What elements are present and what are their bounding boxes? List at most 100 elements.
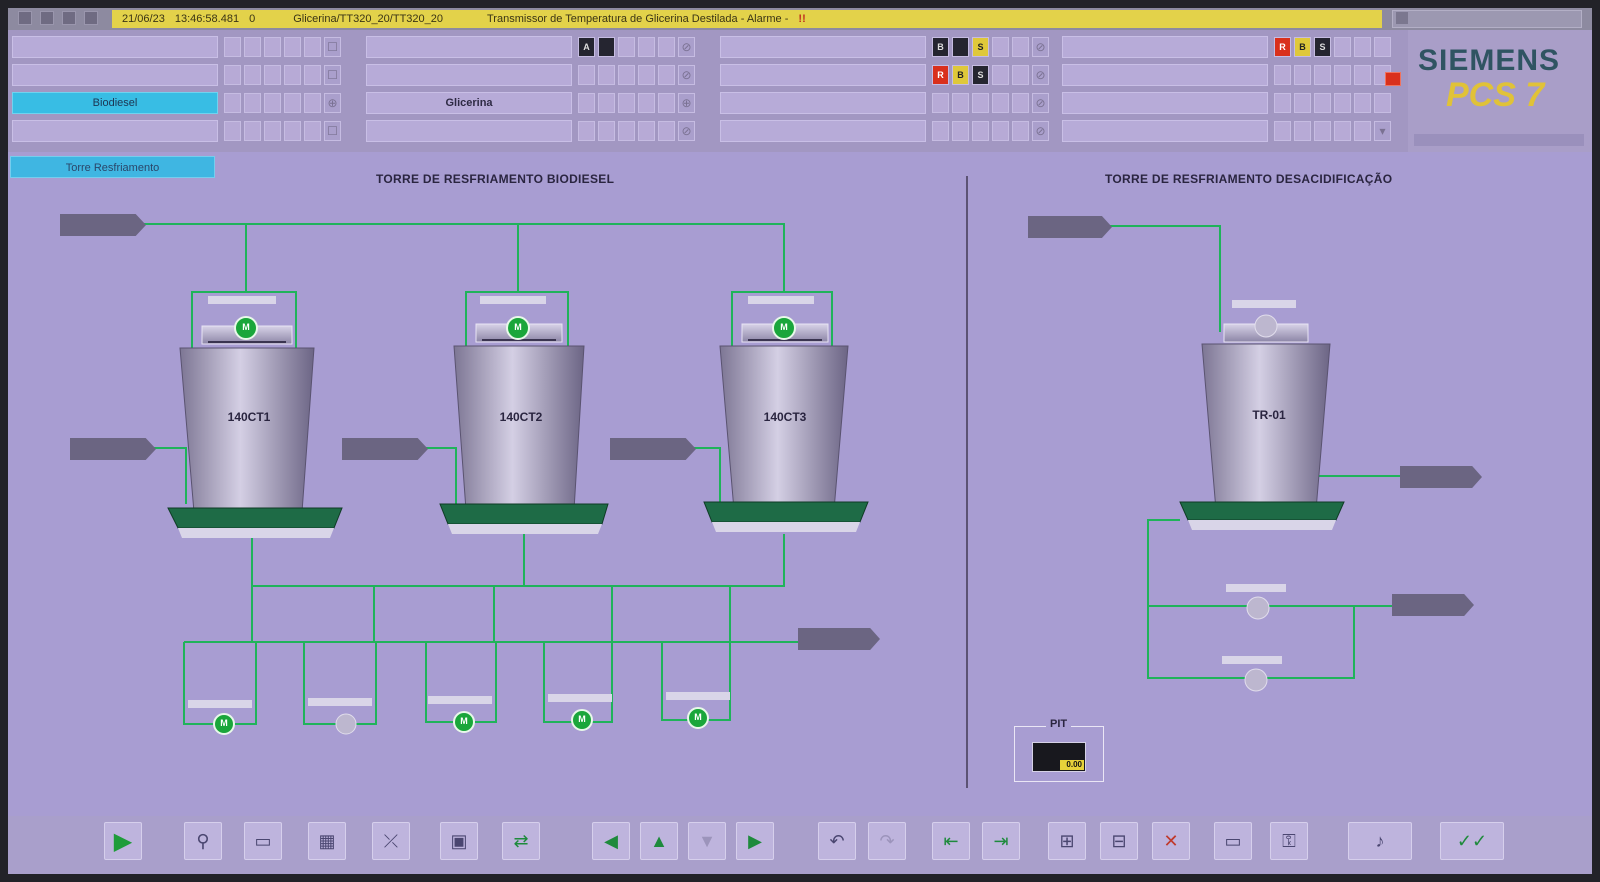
connector-tag-makeup-3[interactable]	[610, 438, 696, 460]
status-cell-b: B	[1294, 37, 1311, 57]
save-file-icon[interactable]: ⊟	[1100, 822, 1138, 860]
connector-tag-outlet-tr01[interactable]	[1392, 594, 1474, 616]
group-indicator-icon[interactable]: ☐	[324, 37, 341, 57]
group-indicator-icon[interactable]: ⊘	[1032, 65, 1049, 85]
picture-icon[interactable]: ▦	[308, 822, 346, 860]
group-indicator-icon[interactable]: ⊕	[324, 93, 341, 113]
alarm-flag-icon[interactable]	[1385, 72, 1401, 86]
arrow-right-icon[interactable]: ▶	[736, 822, 774, 860]
arrow-left-icon[interactable]: ◀	[592, 822, 630, 860]
area-button[interactable]	[12, 36, 218, 58]
area-button[interactable]	[1062, 64, 1268, 86]
group-indicator-icon[interactable]: ☐	[324, 121, 341, 141]
fan-motor-140ct3[interactable]: M	[776, 322, 792, 332]
status-cell	[972, 93, 989, 113]
group-indicator-icon[interactable]: ☐	[324, 65, 341, 85]
status-cell-r: R	[932, 65, 949, 85]
status-cell	[1354, 65, 1371, 85]
play-icon[interactable]: ▶	[104, 822, 142, 860]
area-button[interactable]	[720, 64, 926, 86]
connector-tag-return[interactable]	[1028, 216, 1112, 238]
key-icon[interactable]: ⚿	[1270, 822, 1308, 860]
status-cell	[658, 121, 675, 141]
group-indicator-icon[interactable]: ⊕	[678, 93, 695, 113]
pump-motor-5[interactable]: M	[690, 712, 706, 722]
trend-icon[interactable]: ⤫	[372, 822, 410, 860]
audio-icon[interactable]: ♪	[1348, 822, 1412, 860]
monitor-bezel: 21/06/23 13:46:58.481 0 Glicerina/TT320_…	[0, 0, 1600, 882]
area-button[interactable]	[720, 92, 926, 114]
connector-tag-to-plant[interactable]	[798, 628, 880, 650]
area-button[interactable]	[720, 120, 926, 142]
open-file-icon[interactable]: ⊞	[1048, 822, 1086, 860]
connector-tag-supply[interactable]	[60, 214, 146, 236]
area-row: RBS	[1062, 34, 1407, 61]
arrow-down-icon[interactable]: ▼	[688, 822, 726, 860]
next-picture-icon[interactable]: ⇥	[982, 822, 1020, 860]
alarm-ack-icon[interactable]: !!	[798, 13, 805, 25]
area-button[interactable]	[366, 120, 572, 142]
pump-motor-3[interactable]: M	[456, 716, 472, 726]
connector-tag-makeup-1[interactable]	[70, 438, 156, 460]
prev-picture-icon[interactable]: ⇤	[932, 822, 970, 860]
status-cell	[284, 37, 301, 57]
bell-icon[interactable]	[40, 11, 54, 25]
logo-box: SIEMENS PCS 7	[1408, 30, 1592, 152]
area-button[interactable]	[1062, 120, 1268, 142]
tower-label-140ct3[interactable]: 140CT3	[740, 410, 830, 424]
tower-label-tr01[interactable]: TR-01	[1224, 408, 1314, 422]
group-indicator-icon[interactable]: ⊘	[678, 65, 695, 85]
group-indicator-icon[interactable]: ⊘	[1032, 93, 1049, 113]
connector-tag-makeup-2[interactable]	[342, 438, 428, 460]
filter-icon[interactable]	[84, 11, 98, 25]
area-button[interactable]	[12, 120, 218, 142]
alarm-list-icon[interactable]	[18, 11, 32, 25]
arrow-up-icon[interactable]: ▲	[640, 822, 678, 860]
status-cell	[1012, 37, 1029, 57]
redo-icon[interactable]: ↷	[868, 822, 906, 860]
status-cell	[264, 65, 281, 85]
fan-motor-140ct2[interactable]: M	[510, 322, 526, 332]
status-cells: A ⊘	[578, 37, 695, 57]
delete-icon[interactable]: ✕	[1152, 822, 1190, 860]
pump-motor-4[interactable]: M	[574, 714, 590, 724]
area-button[interactable]	[366, 64, 572, 86]
group-indicator-icon[interactable]: ⊘	[678, 37, 695, 57]
area-button-glicerina[interactable]: Glicerina	[366, 92, 572, 114]
area-button[interactable]	[1062, 36, 1268, 58]
horn-icon[interactable]	[62, 11, 76, 25]
status-cells: ⊘	[578, 65, 695, 85]
monitor-icon[interactable]: ▭	[1214, 822, 1252, 860]
alarm-extra-icon[interactable]	[1396, 12, 1408, 24]
status-cell	[578, 65, 595, 85]
group-indicator-icon[interactable]: ⊘	[1032, 37, 1049, 57]
area-button[interactable]	[366, 36, 572, 58]
status-cell	[284, 121, 301, 141]
area-button[interactable]	[1062, 92, 1268, 114]
tower-label-140ct2[interactable]: 140CT2	[476, 410, 566, 424]
pump-motor-1[interactable]: M	[216, 718, 232, 728]
ack-icon[interactable]: ✓✓	[1440, 822, 1504, 860]
pin-icon[interactable]: ⚲	[184, 822, 222, 860]
status-cell	[1334, 37, 1351, 57]
faceplate-icon[interactable]: ▣	[440, 822, 478, 860]
swap-icon[interactable]: ⇄	[502, 822, 540, 860]
fan-motor-140ct1[interactable]: M	[238, 322, 254, 332]
status-cells: ⊕	[224, 93, 341, 113]
area-button[interactable]	[12, 64, 218, 86]
area-row-glicerina: Glicerina ⊕	[366, 90, 711, 117]
area-button[interactable]	[720, 36, 926, 58]
alarm-bar: 21/06/23 13:46:58.481 0 Glicerina/TT320_…	[8, 8, 1592, 30]
newest-alarm-line[interactable]: 21/06/23 13:46:58.481 0 Glicerina/TT320_…	[112, 10, 1382, 28]
connector-tag-makeup-tr01[interactable]	[1400, 466, 1482, 488]
status-cells	[1274, 93, 1391, 113]
group-indicator-icon[interactable]: ⊘	[678, 121, 695, 141]
tower-label-140ct1[interactable]: 140CT1	[204, 410, 294, 424]
folder-icon[interactable]: ▭	[244, 822, 282, 860]
group-indicator-icon[interactable]: ⊘	[1032, 121, 1049, 141]
undo-icon[interactable]: ↶	[818, 822, 856, 860]
area-button-biodiesel[interactable]: Biodiesel	[12, 92, 218, 114]
group-indicator-icon[interactable]: ▾	[1374, 121, 1391, 141]
area-row: R B S ⊘	[720, 62, 1065, 89]
status-cell	[932, 93, 949, 113]
